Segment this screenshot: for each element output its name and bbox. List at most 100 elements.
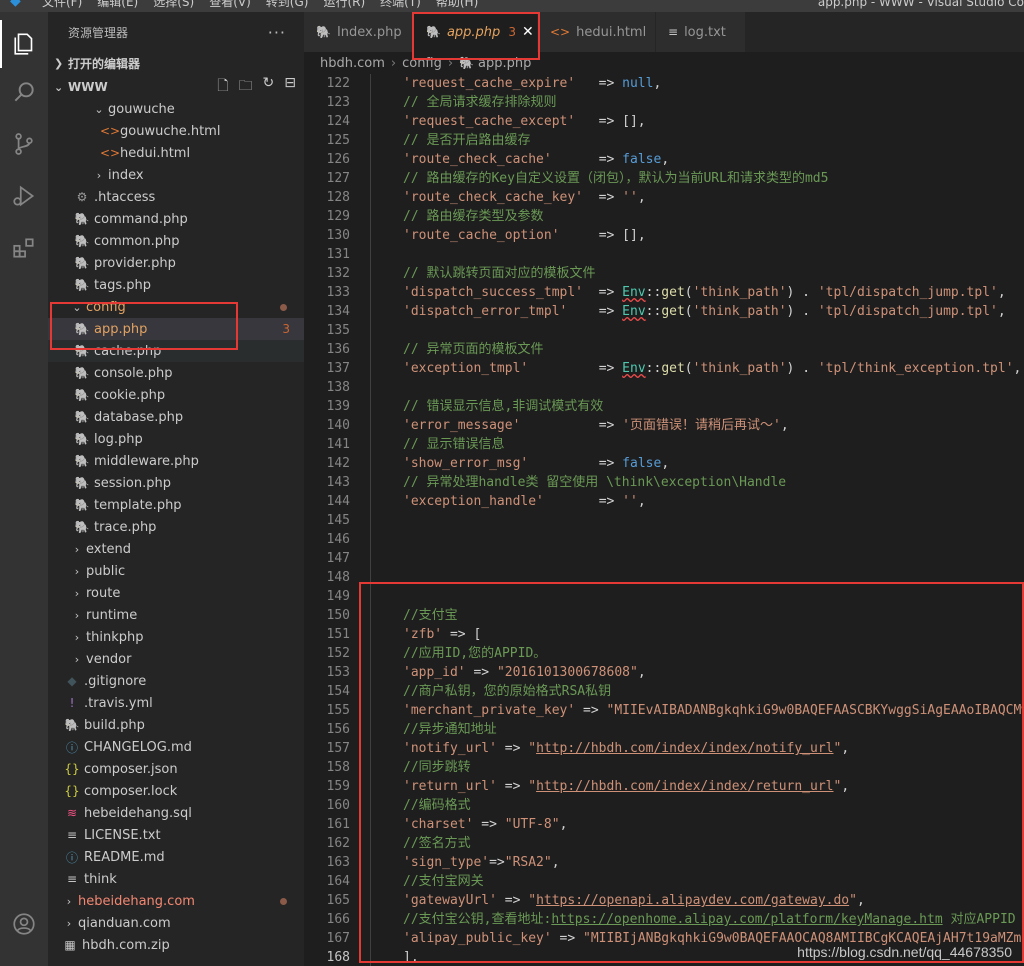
- breadcrumb-item-root[interactable]: hbdh.com: [320, 56, 385, 71]
- tree-folder[interactable]: › extend: [48, 538, 304, 560]
- code-line[interactable]: 'dispatch_success_tmpl' => Env::get('thi…: [360, 283, 1024, 302]
- tree-file[interactable]: 🐘 common.php: [48, 230, 304, 252]
- code-line[interactable]: 'gatewayUrl' => "https://openapi.alipayd…: [360, 891, 1024, 910]
- editor-tab[interactable]: ≡ log.txt: [656, 12, 746, 52]
- tree-file[interactable]: ◆ .gitignore: [48, 670, 304, 692]
- menu-item[interactable]: 查看(V): [209, 0, 251, 9]
- code-line[interactable]: //支付宝: [360, 606, 1024, 625]
- code-line[interactable]: 'merchant_private_key' => "MIIEvAIBADANB…: [360, 701, 1024, 720]
- code-line[interactable]: //同步跳转: [360, 758, 1024, 777]
- code-line[interactable]: 'charset' => "UTF-8",: [360, 815, 1024, 834]
- menu-item[interactable]: 终端(T): [380, 0, 421, 9]
- menu-item[interactable]: 转到(G): [266, 0, 309, 9]
- code-line[interactable]: // 全局请求缓存排除规则: [360, 93, 1024, 112]
- code-line[interactable]: 'route_check_cache' => false,: [360, 150, 1024, 169]
- account-icon[interactable]: [0, 900, 48, 948]
- code-line[interactable]: 'error_message' => '页面错误！请稍后再试～',: [360, 416, 1024, 435]
- editor-tab[interactable]: 🐘 Index.php: [304, 12, 414, 52]
- code-line[interactable]: // 异常处理handle类 留空使用 \think\exception\Han…: [360, 473, 1024, 492]
- tree-file[interactable]: 🐘 session.php: [48, 472, 304, 494]
- tree-folder[interactable]: › public: [48, 560, 304, 582]
- tree-folder[interactable]: › vendor: [48, 648, 304, 670]
- code-line[interactable]: [360, 378, 1024, 397]
- code-line[interactable]: 'dispatch_error_tmpl' => Env::get('think…: [360, 302, 1024, 321]
- code-line[interactable]: // 路由缓存类型及参数: [360, 207, 1024, 226]
- code-line[interactable]: //支付宝网关: [360, 872, 1024, 891]
- code-line[interactable]: //支付宝公钥,查看地址:https://openhome.alipay.com…: [360, 910, 1024, 929]
- code-line[interactable]: 'notify_url' => "http://hbdh.com/index/i…: [360, 739, 1024, 758]
- tree-file[interactable]: ⚙ .htaccess: [48, 186, 304, 208]
- breadcrumb-item-folder[interactable]: config: [402, 56, 442, 71]
- code-line[interactable]: [360, 568, 1024, 587]
- code-line[interactable]: 'zfb' => [: [360, 625, 1024, 644]
- code-line[interactable]: 'exception_handle' => '',: [360, 492, 1024, 511]
- code-line[interactable]: // 异常页面的模板文件: [360, 340, 1024, 359]
- collapse-all-icon[interactable]: ⊟: [284, 75, 296, 99]
- tree-file[interactable]: ▦ hbdh.com.zip: [48, 934, 304, 956]
- code-line[interactable]: 'show_error_msg' => false,: [360, 454, 1024, 473]
- code-line[interactable]: 'app_id' => "2016101300678608",: [360, 663, 1024, 682]
- code-editor[interactable]: 122 123 124 125 126 127 128 129 130 131 132 133 134 1…: [304, 74, 1024, 966]
- tree-file[interactable]: ⓘ CHANGELOG.md: [48, 736, 304, 758]
- code-line[interactable]: // 默认跳转页面对应的模板文件: [360, 264, 1024, 283]
- code-line[interactable]: [360, 511, 1024, 530]
- menu-item[interactable]: 编辑(E): [97, 0, 138, 9]
- tree-file[interactable]: 🐘 command.php: [48, 208, 304, 230]
- code-line[interactable]: 'sign_type'=>"RSA2",: [360, 853, 1024, 872]
- code-line[interactable]: 'request_cache_expire' => null,: [360, 74, 1024, 93]
- code-line[interactable]: 'exception_tmpl' => Env::get('think_path…: [360, 359, 1024, 378]
- tree-folder[interactable]: › qianduan.com: [48, 912, 304, 934]
- extensions-icon[interactable]: [0, 224, 48, 272]
- tree-folder[interactable]: ⌄ config: [48, 296, 304, 318]
- code-line[interactable]: // 路由缓存的Key自定义设置（闭包），默认为当前URL和请求类型的md5: [360, 169, 1024, 188]
- code-line[interactable]: 'route_cache_option' => [],: [360, 226, 1024, 245]
- tree-file[interactable]: 🐘 provider.php: [48, 252, 304, 274]
- tree-file[interactable]: 🐘 cache.php: [48, 340, 304, 362]
- menu-item[interactable]: 运行(R): [323, 0, 365, 9]
- tree-file[interactable]: 🐘 cookie.php: [48, 384, 304, 406]
- code-line[interactable]: //编码格式: [360, 796, 1024, 815]
- tree-file[interactable]: 🐘 tags.php: [48, 274, 304, 296]
- code-line[interactable]: 'request_cache_except' => [],: [360, 112, 1024, 131]
- open-editors-section[interactable]: ❯ 打开的编辑器: [48, 52, 304, 74]
- tree-file[interactable]: 🐘 database.php: [48, 406, 304, 428]
- explorer-icon[interactable]: [0, 20, 48, 68]
- menu-item[interactable]: 选择(S): [153, 0, 194, 9]
- tree-file[interactable]: ! .travis.yml: [48, 692, 304, 714]
- new-file-icon[interactable]: 🗋: [217, 75, 228, 99]
- tree-file[interactable]: 🐘 console.php: [48, 362, 304, 384]
- tree-file[interactable]: ≡ LICENSE.txt: [48, 824, 304, 846]
- tree-file[interactable]: 🐘 log.php: [48, 428, 304, 450]
- code-area[interactable]: 'request_cache_expire' => null,// 全局请求缓存…: [360, 74, 1024, 966]
- tree-folder[interactable]: › hebeidehang.com: [48, 890, 304, 912]
- tree-file[interactable]: 🐘 template.php: [48, 494, 304, 516]
- search-icon[interactable]: [0, 68, 48, 116]
- code-line[interactable]: 'return_url' => "http://hbdh.com/index/i…: [360, 777, 1024, 796]
- code-line[interactable]: [360, 530, 1024, 549]
- source-control-icon[interactable]: [0, 120, 48, 168]
- code-line[interactable]: 'route_check_cache_key' => '',: [360, 188, 1024, 207]
- tree-folder[interactable]: › thinkphp: [48, 626, 304, 648]
- code-line[interactable]: [360, 587, 1024, 606]
- tree-folder[interactable]: › runtime: [48, 604, 304, 626]
- code-line[interactable]: // 显示错误信息: [360, 435, 1024, 454]
- tree-file[interactable]: ⓘ README.md: [48, 846, 304, 868]
- tree-folder[interactable]: › index: [48, 164, 304, 186]
- tree-folder[interactable]: ⌄ gouwuche: [48, 98, 304, 120]
- more-actions-icon[interactable]: ···: [268, 23, 286, 42]
- tree-file[interactable]: {} composer.lock: [48, 780, 304, 802]
- tree-file[interactable]: 🐘 app.php 3: [48, 318, 304, 340]
- tree-file[interactable]: ≡ think: [48, 868, 304, 890]
- code-line[interactable]: // 错误显示信息,非调试模式有效: [360, 397, 1024, 416]
- code-line[interactable]: [360, 321, 1024, 340]
- breadcrumb-item-file[interactable]: app.php: [478, 56, 531, 71]
- tree-file[interactable]: 🐘 middleware.php: [48, 450, 304, 472]
- code-line[interactable]: [360, 549, 1024, 568]
- tree-file[interactable]: 🐘 build.php: [48, 714, 304, 736]
- tree-folder[interactable]: › route: [48, 582, 304, 604]
- editor-tab[interactable]: 🐘 app.php 3 ✕: [414, 12, 538, 52]
- new-folder-icon[interactable]: 🗀: [239, 75, 253, 99]
- code-line[interactable]: //异步通知地址: [360, 720, 1024, 739]
- tree-file[interactable]: 🐘 trace.php: [48, 516, 304, 538]
- tree-file[interactable]: ≋ hebeidehang.sql: [48, 802, 304, 824]
